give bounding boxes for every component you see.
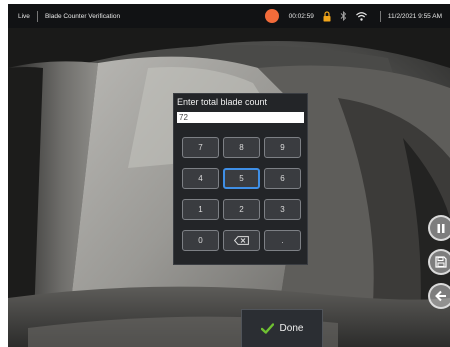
back-button[interactable] <box>428 283 450 309</box>
lock-icon <box>323 10 331 21</box>
key-5[interactable]: 5 <box>223 168 260 189</box>
done-label: Done <box>279 323 304 334</box>
wifi-icon <box>356 11 367 21</box>
save-button[interactable] <box>428 249 450 275</box>
key-4[interactable]: 4 <box>182 168 219 189</box>
record-icon[interactable] <box>264 9 279 23</box>
key-0[interactable]: 0 <box>182 230 219 251</box>
date-time: 11/2/2021 9:55 AM <box>387 12 442 20</box>
mode-label: Live <box>18 12 30 20</box>
device-screen: Live Blade Counter Verification 00:02:59… <box>8 4 450 347</box>
blade-count-input[interactable]: 72 <box>177 112 304 123</box>
separator <box>36 10 38 22</box>
pause-button[interactable] <box>428 215 450 241</box>
key-decimal[interactable]: . <box>264 230 301 251</box>
back-arrow-icon <box>435 290 446 302</box>
app-title: Blade Counter Verification <box>44 12 121 20</box>
save-icon <box>435 256 447 268</box>
status-bar: Live Blade Counter Verification 00:02:59… <box>8 4 450 28</box>
recording-timer: 00:02:59 <box>288 12 314 20</box>
dialog-title: Enter total blade count <box>177 97 268 107</box>
key-9[interactable]: 9 <box>264 137 301 158</box>
pause-icon <box>437 223 445 233</box>
key-6[interactable]: 6 <box>264 168 301 189</box>
key-8[interactable]: 8 <box>223 137 260 158</box>
key-7[interactable]: 7 <box>182 137 219 158</box>
key-1[interactable]: 1 <box>182 199 219 220</box>
key-2[interactable]: 2 <box>223 199 260 220</box>
blade-count-dialog: Enter total blade count 72 7 8 9 4 5 6 1… <box>173 93 308 265</box>
separator <box>379 10 381 22</box>
backspace-icon <box>234 236 249 245</box>
bluetooth-icon <box>340 11 347 21</box>
key-backspace[interactable] <box>223 230 260 251</box>
checkmark-icon <box>260 323 274 334</box>
done-button[interactable]: Done <box>241 309 323 347</box>
key-3[interactable]: 3 <box>264 199 301 220</box>
